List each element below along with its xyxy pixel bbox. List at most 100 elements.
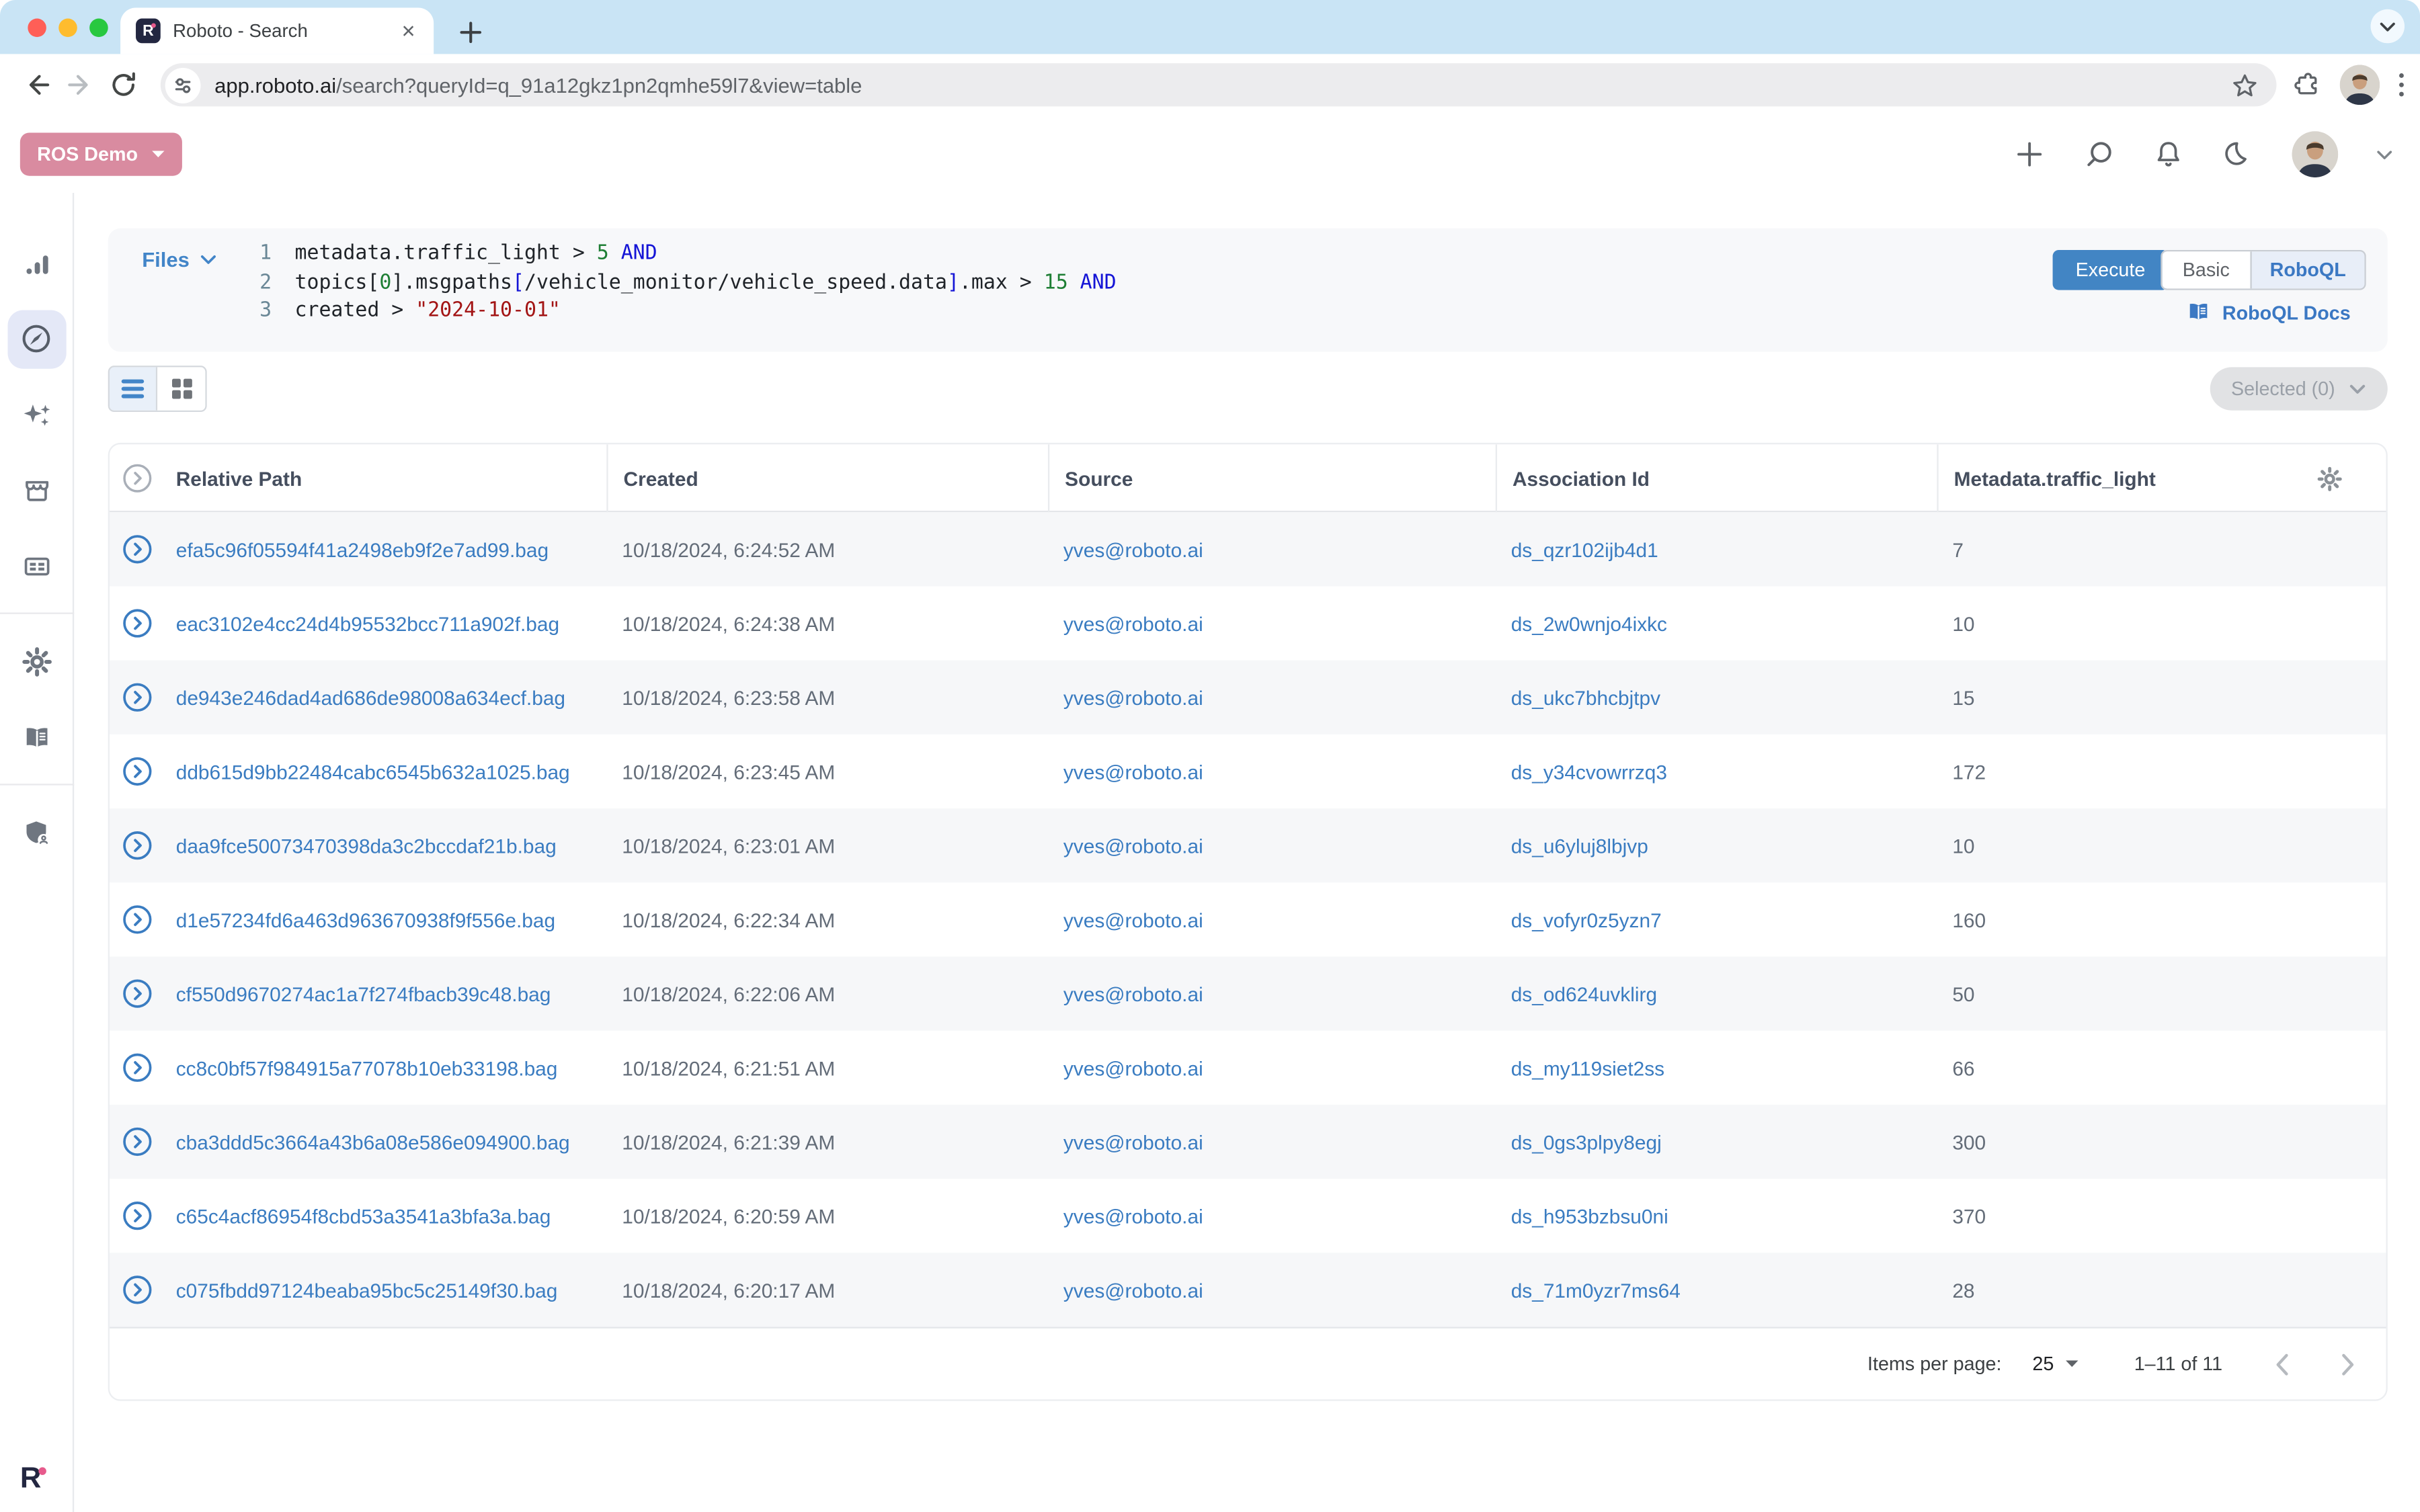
tab-search-chevron-icon[interactable] xyxy=(2371,9,2405,44)
relative-path-link[interactable]: cba3ddd5c3664a43b6a08e586e094900.bag xyxy=(165,1130,607,1153)
relative-path-link[interactable]: cf550d9670274ac1a7f274fbacb39c48.bag xyxy=(165,982,607,1005)
account-chevron-down-icon[interactable] xyxy=(2377,149,2392,160)
association-id-link[interactable]: ds_y34cvowrrzq3 xyxy=(1496,760,1937,783)
mode-basic-button[interactable]: Basic xyxy=(2163,251,2250,288)
minimize-window-button[interactable] xyxy=(58,19,77,38)
relative-path-link[interactable]: c075fbdd97124beaba95bc5c25149f30.bag xyxy=(165,1278,607,1301)
association-id-link[interactable]: ds_vofyr0z5yzn7 xyxy=(1496,908,1937,931)
expand-row-icon[interactable] xyxy=(110,756,165,787)
browser-menu-kebab-icon[interactable] xyxy=(2398,73,2405,97)
source-link[interactable]: yves@roboto.ai xyxy=(1048,1204,1496,1227)
zoom-window-button[interactable] xyxy=(89,19,108,38)
table-row[interactable]: efa5c96f05594f41a2498eb9f2e7ad99.bag 10/… xyxy=(110,512,2386,586)
site-settings-icon[interactable] xyxy=(165,67,201,103)
column-header-association-id[interactable]: Association Id xyxy=(1496,444,1937,512)
expand-row-icon[interactable] xyxy=(110,1274,165,1305)
relative-path-link[interactable]: de943e246dad4ad686de98008a634ecf.bag xyxy=(165,686,607,709)
search-icon[interactable] xyxy=(2083,139,2114,170)
sidebar-item-collections[interactable] xyxy=(0,528,73,603)
association-id-link[interactable]: ds_my119siet2ss xyxy=(1496,1056,1937,1079)
expand-row-icon[interactable] xyxy=(110,904,165,935)
org-switcher-button[interactable]: ROS Demo xyxy=(20,132,183,175)
table-row[interactable]: ddb615d9bb22484cabc6545b632a1025.bag 10/… xyxy=(110,734,2386,808)
source-link[interactable]: yves@roboto.ai xyxy=(1048,760,1496,783)
sidebar-item-admin[interactable] xyxy=(0,794,73,870)
table-row[interactable]: cc8c0bf57f984915a77078b10eb33198.bag 10/… xyxy=(110,1031,2386,1105)
table-row[interactable]: daa9fce50073470398da3c2bccdaf21b.bag 10/… xyxy=(110,808,2386,882)
source-link[interactable]: yves@roboto.ai xyxy=(1048,1130,1496,1153)
sidebar-item-marketplace[interactable] xyxy=(0,452,73,528)
new-tab-button[interactable] xyxy=(455,17,486,48)
page-size-select[interactable]: 25 xyxy=(2032,1353,2079,1375)
notifications-bell-icon[interactable] xyxy=(2153,139,2184,170)
roboql-editor[interactable]: 1 metadata.traffic_light > 5 AND 2 topic… xyxy=(244,241,1117,326)
expand-row-icon[interactable] xyxy=(110,1126,165,1157)
association-id-link[interactable]: ds_2w0wnjo4ixkc xyxy=(1496,612,1937,634)
source-link[interactable]: yves@roboto.ai xyxy=(1048,908,1496,931)
source-link[interactable]: yves@roboto.ai xyxy=(1048,834,1496,857)
source-link[interactable]: yves@roboto.ai xyxy=(1048,538,1496,560)
selected-actions-button[interactable]: Selected (0) xyxy=(2210,367,2388,410)
expand-row-icon[interactable] xyxy=(110,682,165,713)
sidebar-item-settings[interactable] xyxy=(0,624,73,700)
table-row[interactable]: c075fbdd97124beaba95bc5c25149f30.bag 10/… xyxy=(110,1253,2386,1327)
list-view-button[interactable] xyxy=(110,367,157,410)
sidebar-item-ai[interactable] xyxy=(0,376,73,452)
association-id-link[interactable]: ds_od624uvklirg xyxy=(1496,982,1937,1005)
mode-roboql-button[interactable]: RoboQL xyxy=(2250,251,2365,288)
table-row[interactable]: cba3ddd5c3664a43b6a08e586e094900.bag 10/… xyxy=(110,1105,2386,1179)
association-id-link[interactable]: ds_qzr102ijb4d1 xyxy=(1496,538,1937,560)
relative-path-link[interactable]: efa5c96f05594f41a2498eb9f2e7ad99.bag xyxy=(165,538,607,560)
sidebar-item-search[interactable] xyxy=(0,301,73,376)
source-link[interactable]: yves@roboto.ai xyxy=(1048,686,1496,709)
user-avatar[interactable] xyxy=(2292,131,2338,177)
tab-close-icon[interactable]: × xyxy=(399,19,418,42)
roboql-docs-link[interactable]: RoboQL Docs xyxy=(2185,301,2351,324)
relative-path-link[interactable]: daa9fce50073470398da3c2bccdaf21b.bag xyxy=(165,834,607,857)
source-link[interactable]: yves@roboto.ai xyxy=(1048,1278,1496,1301)
bookmark-star-icon[interactable] xyxy=(2232,72,2258,98)
table-row[interactable]: cf550d9670274ac1a7f274fbacb39c48.bag 10/… xyxy=(110,956,2386,1030)
source-link[interactable]: yves@roboto.ai xyxy=(1048,982,1496,1005)
expand-row-icon[interactable] xyxy=(110,534,165,564)
forward-icon[interactable] xyxy=(58,63,102,106)
association-id-link[interactable]: ds_u6yluj8lbjvp xyxy=(1496,834,1937,857)
browser-profile-avatar[interactable] xyxy=(2340,65,2380,105)
relative-path-link[interactable]: c65c4acf86954f8cbd53a3541a3bfa3a.bag xyxy=(165,1204,607,1227)
expand-all-icon[interactable] xyxy=(110,444,165,512)
back-icon[interactable] xyxy=(15,63,58,106)
sidebar-item-docs[interactable] xyxy=(0,699,73,774)
relative-path-link[interactable]: d1e57234fd6a463d963670938f9f556e.bag xyxy=(165,908,607,931)
relative-path-link[interactable]: eac3102e4cc24d4b95532bcc711a902f.bag xyxy=(165,612,607,634)
execute-button[interactable]: Execute xyxy=(2052,250,2169,290)
column-header-relative-path[interactable]: Relative Path xyxy=(165,444,607,512)
table-row[interactable]: de943e246dad4ad686de98008a634ecf.bag 10/… xyxy=(110,661,2386,734)
column-header-metadata-traffic-light[interactable]: Metadata.traffic_light xyxy=(1954,467,2156,490)
browser-tab[interactable]: R Roboto - Search × xyxy=(120,7,434,54)
table-row[interactable]: d1e57234fd6a463d963670938f9f556e.bag 10/… xyxy=(110,882,2386,956)
next-page-icon[interactable] xyxy=(2341,1352,2355,1375)
close-window-button[interactable] xyxy=(28,19,46,38)
query-target-dropdown[interactable]: Files xyxy=(142,249,216,271)
table-row[interactable]: eac3102e4cc24d4b95532bcc711a902f.bag 10/… xyxy=(110,586,2386,660)
dark-mode-moon-icon[interactable] xyxy=(2222,139,2253,170)
column-settings-gear-icon[interactable] xyxy=(2316,465,2364,491)
column-header-source[interactable]: Source xyxy=(1048,444,1496,512)
expand-row-icon[interactable] xyxy=(110,978,165,1009)
association-id-link[interactable]: ds_71m0yzr7ms64 xyxy=(1496,1278,1937,1301)
association-id-link[interactable]: ds_0gs3plpy8egj xyxy=(1496,1130,1937,1153)
expand-row-icon[interactable] xyxy=(110,1200,165,1231)
expand-row-icon[interactable] xyxy=(110,608,165,639)
association-id-link[interactable]: ds_ukc7bhcbjtpv xyxy=(1496,686,1937,709)
table-row[interactable]: c65c4acf86954f8cbd53a3541a3bfa3a.bag 10/… xyxy=(110,1179,2386,1253)
sidebar-item-analytics[interactable] xyxy=(0,225,73,300)
url-bar[interactable]: app.roboto.ai/search?queryId=q_91a12gkz1… xyxy=(161,63,2277,106)
relative-path-link[interactable]: cc8c0bf57f984915a77078b10eb33198.bag xyxy=(165,1056,607,1079)
source-link[interactable]: yves@roboto.ai xyxy=(1048,1056,1496,1079)
reload-icon[interactable] xyxy=(102,63,145,106)
relative-path-link[interactable]: ddb615d9bb22484cabc6545b632a1025.bag xyxy=(165,760,607,783)
previous-page-icon[interactable] xyxy=(2275,1352,2289,1375)
expand-row-icon[interactable] xyxy=(110,1052,165,1083)
column-header-created[interactable]: Created xyxy=(606,444,1048,512)
grid-view-button[interactable] xyxy=(157,367,205,410)
